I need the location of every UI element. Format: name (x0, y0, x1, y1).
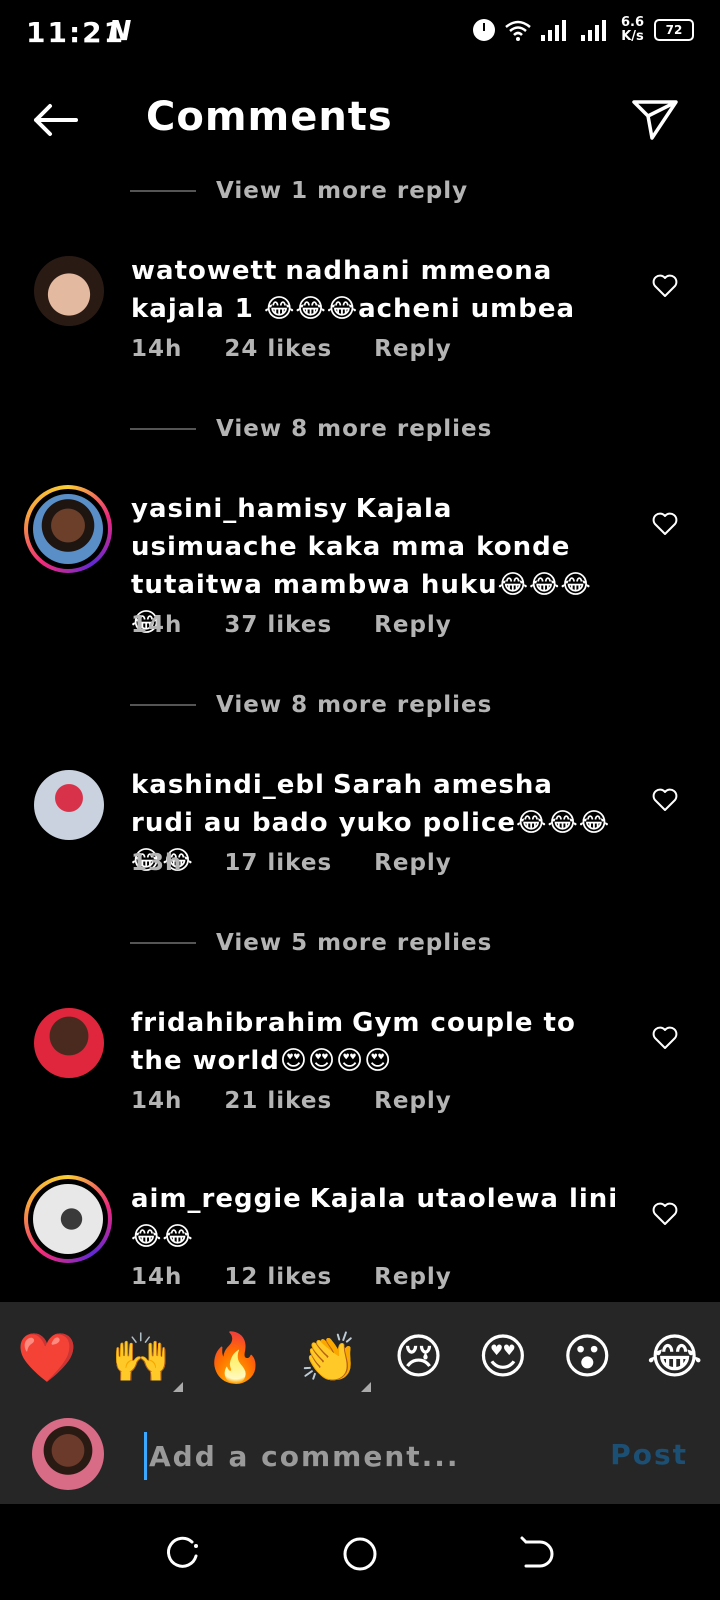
heart-icon[interactable] (652, 1026, 678, 1050)
reply-button[interactable]: Reply (374, 850, 452, 876)
comment-meta: 14h 21 likes Reply (131, 1088, 452, 1114)
comment-time: 14h (131, 612, 183, 638)
comment-composer: Post (0, 1412, 720, 1504)
view-replies-button[interactable]: View 1 more reply (130, 178, 468, 204)
comment-body: aim_reggie Kajala utaolewa lini😂😂 (131, 1180, 621, 1256)
emoji-bar: ❤️ 🙌 🔥 👏 😢 😍 😮 😂 (0, 1302, 720, 1412)
system-nav-bar (0, 1504, 720, 1600)
laughing-emoji-button[interactable]: 😂 (647, 1329, 703, 1385)
heart-icon[interactable] (652, 274, 678, 298)
data-saver-icon (472, 19, 495, 41)
send-icon[interactable] (630, 96, 680, 142)
comment-body: watowett nadhani mmeona kajala 1 😂😂😂achen… (131, 252, 621, 328)
reply-button[interactable]: Reply (374, 612, 452, 638)
heart-icon[interactable] (652, 788, 678, 812)
home-icon[interactable] (340, 1534, 380, 1574)
signal-1-icon (540, 19, 571, 41)
avatar[interactable] (34, 1008, 104, 1078)
clapping-emoji-button[interactable]: 👏 (299, 1329, 371, 1392)
comment-time: 14h (131, 1264, 183, 1290)
speed-value: 6.6 (620, 15, 644, 30)
view-replies-label: View 8 more replies (216, 416, 493, 442)
fire-emoji-button[interactable]: 🔥 (205, 1329, 265, 1386)
comment-username[interactable]: fridahibrahim (131, 1008, 344, 1038)
comment-time: 13h (131, 850, 183, 876)
page-title: Comments (146, 94, 393, 140)
avatar[interactable] (34, 256, 104, 326)
view-replies-button[interactable]: View 8 more replies (130, 416, 492, 442)
raising-hands-emoji-button[interactable]: 🙌 (111, 1329, 183, 1392)
avatar[interactable] (24, 1175, 112, 1263)
comment-time: 14h (131, 1088, 183, 1114)
comment-input[interactable] (144, 1432, 591, 1480)
comment-username[interactable]: yasini_hamisy (131, 494, 348, 524)
comment-likes[interactable]: 12 likes (224, 1264, 332, 1290)
network-speed: 6.6 K/s (621, 16, 644, 44)
back-nav-icon[interactable] (516, 1534, 556, 1574)
avatar[interactable] (34, 770, 104, 840)
heart-icon[interactable] (652, 512, 678, 536)
avatar-ring-gap (28, 489, 108, 569)
back-arrow-icon[interactable] (30, 100, 80, 140)
crying-emoji-button[interactable]: 😢 (394, 1329, 444, 1385)
comment-body: fridahibrahim Gym couple to the world😍😍😍😍 (131, 1004, 621, 1080)
notification-n-icon: N (108, 14, 132, 47)
status-icons: 6.6 K/s 72 (472, 16, 694, 44)
battery-icon: 72 (654, 19, 694, 41)
reply-button[interactable]: Reply (374, 336, 452, 362)
reply-button[interactable]: Reply (374, 1088, 452, 1114)
recent-apps-icon[interactable] (164, 1534, 204, 1574)
surprised-emoji-button[interactable]: 😮 (562, 1329, 612, 1385)
view-replies-label: View 1 more reply (216, 178, 469, 204)
view-replies-button[interactable]: View 8 more replies (130, 692, 492, 718)
header: Comments (0, 80, 720, 160)
comment-meta: 14h 12 likes Reply (131, 1264, 452, 1290)
comment-likes[interactable]: 21 likes (224, 1088, 332, 1114)
avatar-ring-gap (28, 1179, 108, 1259)
comment-username[interactable]: kashindi_ebl (131, 770, 325, 800)
heart-icon[interactable] (652, 1202, 678, 1226)
avatar[interactable] (24, 485, 112, 573)
post-button[interactable]: Post (610, 1438, 688, 1471)
signal-2-icon (580, 19, 611, 41)
speed-unit: K/s (621, 29, 644, 44)
wifi-icon (505, 20, 531, 41)
divider-line (130, 704, 196, 706)
status-bar: 11:21 N 6.6 K/s 72 (0, 0, 720, 70)
comment-time: 14h (131, 336, 183, 362)
red-heart-emoji-button[interactable]: ❤️ (17, 1329, 77, 1386)
comment-username[interactable]: watowett (131, 256, 277, 286)
comment-meta: 14h 37 likes Reply (131, 612, 452, 638)
view-replies-label: View 5 more replies (216, 930, 493, 956)
view-replies-button[interactable]: View 5 more replies (130, 930, 492, 956)
my-avatar (32, 1418, 104, 1490)
comment-likes[interactable]: 24 likes (224, 336, 332, 362)
comment-likes[interactable]: 37 likes (224, 612, 332, 638)
divider-line (130, 428, 196, 430)
heart-eyes-emoji-button[interactable]: 😍 (478, 1329, 528, 1385)
view-replies-label: View 8 more replies (216, 692, 493, 718)
comment-meta: 14h 24 likes Reply (131, 336, 452, 362)
comment-meta: 13h 17 likes Reply (131, 850, 452, 876)
comment-username[interactable]: aim_reggie (131, 1184, 302, 1214)
avatar-image (33, 494, 103, 564)
divider-line (130, 190, 196, 192)
comment-likes[interactable]: 17 likes (224, 850, 332, 876)
divider-line (130, 942, 196, 944)
avatar-image (33, 1184, 103, 1254)
reply-button[interactable]: Reply (374, 1264, 452, 1290)
